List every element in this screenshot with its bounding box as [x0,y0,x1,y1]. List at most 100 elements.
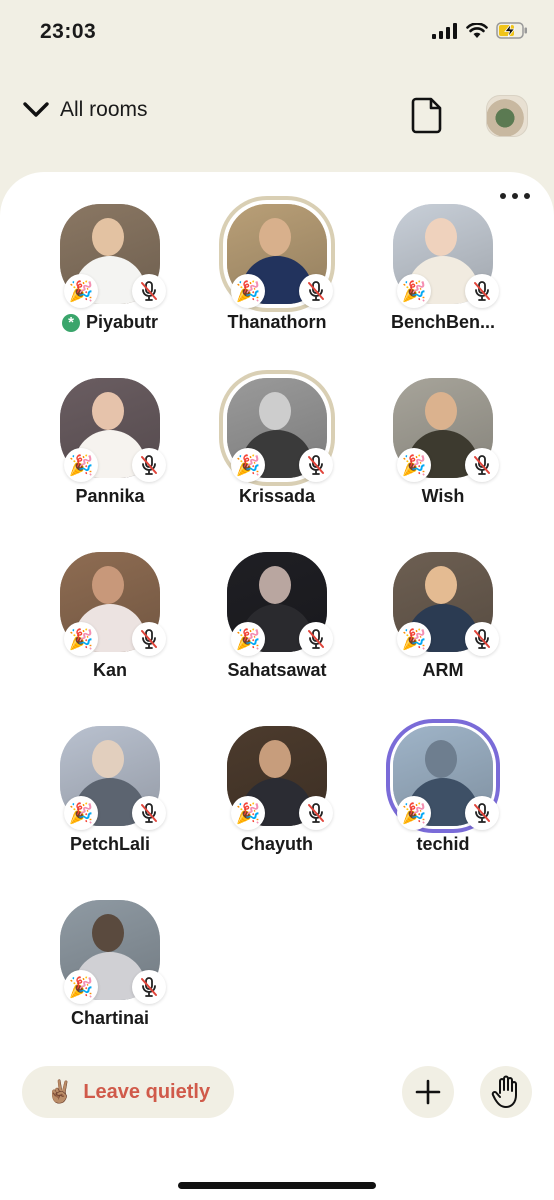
speaker-avatar-button[interactable]: 🎉 [60,204,166,308]
speaker-avatar-button[interactable]: 🎉 [227,552,333,656]
more-dot [500,193,506,199]
avatar-photo-head [425,566,457,604]
party-popper-icon: 🎉 [231,622,265,656]
speaker-name-row: techid [363,834,523,855]
speaker-tile: 🎉 * Piyabutr [30,204,190,364]
speaker-name: ARM [422,660,464,680]
speaker-name: Chartinai [70,1008,149,1028]
all-rooms-label: All rooms [60,98,148,121]
speaker-tile: 🎉 BenchBen... [363,204,523,364]
avatar-photo-head [259,218,291,256]
speaker-name-row: BenchBen... [363,312,523,333]
muted-microphone-icon [299,448,333,482]
party-popper-icon: 🎉 [231,274,265,308]
speaker-avatar-button[interactable]: 🎉 [227,726,333,830]
speaker-name: Wish [421,486,465,506]
speaker-avatar-button[interactable]: 🎉 [393,204,499,308]
speaker-tile: 🎉 Pannika [30,378,190,538]
status-bar: 23:03 [0,0,554,66]
avatar-photo-head [259,566,291,604]
party-popper-icon: 🎉 [397,448,431,482]
speaker-avatar-button[interactable]: 🎉 [60,726,166,830]
all-rooms-button[interactable]: All rooms [22,98,148,122]
speaker-name: Piyabutr [85,312,159,332]
speaker-avatar-button[interactable]: 🎉 [393,378,499,482]
speaker-name: Pannika [75,486,145,506]
party-popper-icon: 🎉 [397,274,431,308]
speaker-name: Krissada [238,486,316,506]
status-time: 23:03 [40,20,97,43]
party-popper-icon: 🎉 [64,796,98,830]
speaker-name-row: Krissada [197,486,357,507]
top-nav: All rooms [0,88,554,144]
speaker-name: PetchLali [69,834,151,854]
party-popper-icon: 🎉 [397,622,431,656]
speaker-avatar-button[interactable]: 🎉 [393,552,499,656]
speaker-tile: 🎉 techid [363,726,523,886]
speaker-avatar-button[interactable]: 🎉 [393,726,499,830]
speaker-name-row: Chayuth [197,834,357,855]
avatar-photo-head [92,914,124,952]
raise-hand-icon [491,1075,517,1108]
peace-hand-icon: ✌🏽 [45,1079,74,1104]
muted-microphone-icon [299,274,333,308]
avatar-photo-head [259,740,291,778]
leave-quietly-button[interactable]: ✌🏽 Leave quietly [22,1066,234,1118]
muted-microphone-icon [132,274,166,308]
wifi-icon [466,22,488,38]
speaker-avatar-button[interactable]: 🎉 [60,552,166,656]
muted-microphone-icon [132,622,166,656]
home-indicator [178,1182,376,1189]
party-popper-icon: 🎉 [397,796,431,830]
avatar-photo-head [259,392,291,430]
speaker-tile: 🎉 Chartinai [30,900,190,1060]
speaker-name: BenchBen... [390,312,496,332]
speaker-tile: 🎉 Krissada [197,378,357,538]
muted-microphone-icon [132,448,166,482]
avatar-photo-head [92,218,124,256]
speaker-name-row: ARM [363,660,523,681]
muted-microphone-icon [132,970,166,1004]
plus-icon [415,1079,441,1105]
bottom-bar: ✌🏽 Leave quietly [0,1066,554,1120]
cellular-signal-icon [432,22,457,39]
avatar-photo-head [425,218,457,256]
muted-microphone-icon [299,796,333,830]
more-options-button[interactable] [500,186,530,206]
leave-quietly-label: Leave quietly [83,1080,211,1103]
chevron-down-icon [23,102,49,117]
muted-microphone-icon [299,622,333,656]
party-popper-icon: 🎉 [64,622,98,656]
speaker-name-row: PetchLali [30,834,190,855]
speaker-avatar-button[interactable]: 🎉 [60,378,166,482]
party-popper-icon: 🎉 [231,448,265,482]
add-button[interactable] [402,1066,454,1118]
document-button[interactable] [410,96,444,134]
avatar-photo-head [92,392,124,430]
moderator-star-icon: * [61,313,80,332]
speaker-avatar-button[interactable]: 🎉 [60,900,166,1004]
speaker-tile: 🎉 PetchLali [30,726,190,886]
speaker-name: Thanathorn [227,312,327,332]
battery-charging-icon [496,22,527,39]
speaker-name: techid [416,834,470,854]
speaker-name: Kan [92,660,127,680]
muted-microphone-icon [465,622,499,656]
party-popper-icon: 🎉 [64,448,98,482]
speaker-tile: 🎉 ARM [363,552,523,712]
muted-microphone-icon [132,796,166,830]
speaker-name-row: Chartinai [30,1008,190,1029]
speaker-name-row: * Piyabutr [30,312,190,333]
muted-microphone-icon [465,796,499,830]
more-dot [512,193,518,199]
party-popper-icon: 🎉 [231,796,265,830]
speaker-tile: 🎉 Thanathorn [197,204,357,364]
speaker-tile: 🎉 Chayuth [197,726,357,886]
speaker-tile: 🎉 Kan [30,552,190,712]
speaker-avatar-button[interactable]: 🎉 [227,204,333,308]
speaker-avatar-button[interactable]: 🎉 [227,378,333,482]
more-dot [524,193,530,199]
speaker-tile: 🎉 Sahatsawat [197,552,357,712]
raise-hand-button[interactable] [480,1066,532,1118]
profile-avatar[interactable] [486,95,528,137]
